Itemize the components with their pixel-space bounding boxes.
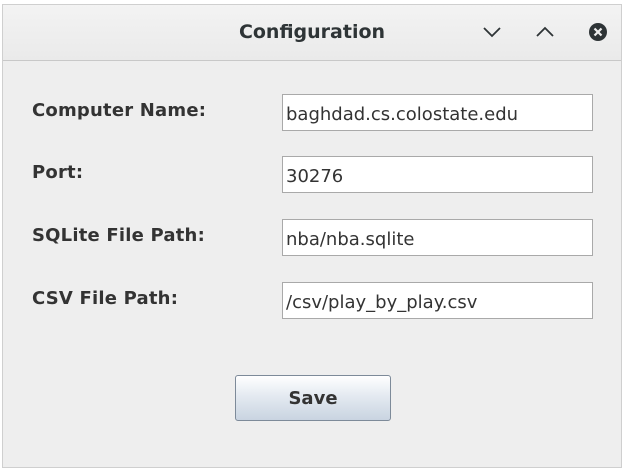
port-field[interactable] (282, 156, 593, 193)
window-title: Configuration (238, 21, 386, 43)
form-panel: Computer Name: Port: SQLite File Path: C… (3, 61, 621, 467)
port-label: Port: (32, 162, 84, 183)
sqlite-file-path-field[interactable] (282, 219, 593, 256)
chevron-up-icon (536, 26, 554, 37)
save-button[interactable]: Save (235, 375, 391, 421)
close-circle-icon (589, 23, 607, 41)
computer-name-field[interactable] (282, 94, 593, 131)
sqlite-file-path-label: SQLite File Path: (32, 225, 205, 246)
maximize-button[interactable] (532, 19, 558, 45)
title-bar[interactable]: Configuration (3, 5, 621, 61)
close-button[interactable] (585, 19, 611, 45)
csv-file-path-field[interactable] (282, 282, 593, 319)
configuration-window: Configuration Computer Name: Port: SQLit… (2, 4, 622, 468)
chevron-down-icon (483, 27, 501, 38)
csv-file-path-label: CSV File Path: (32, 288, 179, 309)
minimize-button[interactable] (479, 19, 505, 45)
computer-name-label: Computer Name: (32, 100, 207, 121)
